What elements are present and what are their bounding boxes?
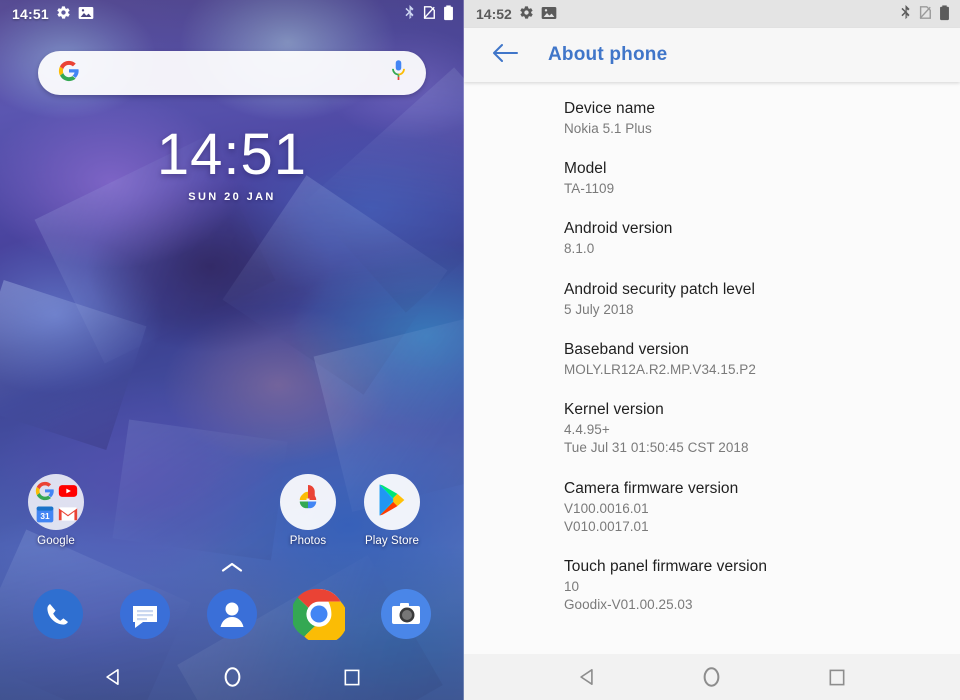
row-value-secondary: Goodix-V01.00.25.03 [564,597,693,613]
youtube-icon [58,481,78,501]
list-item[interactable]: Kernel version 4.4.95+ Tue Jul 31 01:50:… [564,399,960,457]
home-status-bar: 14:51 [0,0,464,28]
list-item[interactable]: Android security patch level 5 July 2018 [564,279,960,319]
row-title: Camera firmware version [564,479,739,497]
about-phone-pane: 14:52 About phone Device name Nokia 5.1 … [464,0,960,700]
svg-text:31: 31 [40,511,50,521]
google-photos-icon [290,482,326,523]
list-item[interactable]: Device name Nokia 5.1 Plus [564,98,960,138]
row-value: 8.1.0 [564,241,595,257]
row-value: MOLY.LR12A.R2.MP.V34.15.P2 [564,361,756,377]
back-arrow-icon[interactable] [492,43,518,68]
calendar-icon: 31 [35,504,55,524]
back-icon[interactable] [92,657,132,697]
google-folder-icon: 31 [28,474,84,530]
google-g-icon [58,60,80,87]
pane-divider [463,0,464,700]
google-search-bar[interactable] [38,51,426,95]
clock-widget[interactable]: 14:51 SUN 20 JAN [0,122,464,204]
about-status-time: 14:52 [476,6,512,22]
row-title: Baseband version [564,340,689,358]
list-item[interactable]: Baseband version MOLY.LR12A.R2.MP.V34.15… [564,339,960,379]
row-title: Android version [564,220,673,238]
bluetooth-icon [900,5,911,23]
no-sim-icon [422,5,436,23]
home-app-row: 31 Google Photos Play Store [0,474,464,547]
clock-time: 14:51 [156,122,308,187]
battery-icon [443,4,454,24]
recents-icon[interactable] [332,657,372,697]
row-value: Nokia 5.1 Plus [564,121,652,136]
gmail-icon [58,504,78,524]
battery-icon [939,4,950,24]
home-icon[interactable] [212,657,252,697]
app-label: Play Store [364,535,420,547]
row-value: 10 [564,578,580,594]
list-item[interactable]: Camera firmware version V100.0016.01 V01… [564,478,960,536]
row-value-secondary: V010.0017.01 [564,518,649,534]
home-navigation-bar [0,654,464,700]
gear-icon [56,5,71,23]
row-value: 4.4.95+ [564,422,610,438]
dual-phone-screenshot: 14:51 14:51 SUN 20 JAN 31 Google Photos … [0,0,960,700]
app-chrome[interactable] [291,588,348,645]
about-navigation-bar [464,654,960,700]
app-label: Photos [289,535,327,547]
microphone-icon[interactable] [389,59,408,87]
page-title: About phone [548,44,668,65]
row-title: Kernel version [564,401,664,419]
chevron-up-icon[interactable] [221,560,243,577]
about-status-bar: 14:52 [464,0,960,28]
app-camera[interactable] [380,588,432,640]
home-icon[interactable] [692,657,732,697]
list-item[interactable]: Android version 8.1.0 [564,218,960,258]
app-messages[interactable] [119,588,171,640]
app-phone[interactable] [32,588,84,640]
gear-icon [519,5,534,23]
app-slot-empty-1 [98,474,182,547]
app-photos[interactable]: Photos [266,474,350,547]
image-icon [78,6,94,23]
home-dock [0,588,464,645]
back-icon[interactable] [567,657,607,697]
row-title: Android security patch level [564,280,755,298]
app-label: Google [37,535,75,547]
row-value: 5 July 2018 [564,301,634,317]
app-play-store[interactable]: Play Store [350,474,434,547]
row-value: TA-1109 [564,181,615,197]
row-title: Model [564,160,607,178]
about-phone-header: About phone [464,28,960,82]
app-contacts[interactable] [206,588,258,640]
app-drawer-handle[interactable] [0,560,464,578]
clock-date: SUN 20 JAN [188,191,276,203]
app-google-folder[interactable]: 31 Google [14,474,98,547]
row-title: Touch panel firmware version [564,557,767,575]
app-slot-empty-2 [182,474,266,547]
home-screen-pane: 14:51 14:51 SUN 20 JAN 31 Google Photos … [0,0,464,700]
row-value-secondary: Tue Jul 31 01:50:45 CST 2018 [564,440,749,456]
list-item[interactable]: Model TA-1109 [564,158,960,198]
row-value: V100.0016.01 [564,500,649,516]
recents-icon[interactable] [817,657,857,697]
google-g-icon [35,481,55,501]
list-item[interactable]: Touch panel firmware version 10 Goodix-V… [564,556,960,614]
play-store-icon [376,483,408,522]
image-icon [541,6,557,23]
no-sim-icon [918,5,932,23]
row-title: Device name [564,100,656,117]
bluetooth-icon [404,5,415,23]
about-phone-list: Device name Nokia 5.1 Plus Model TA-1109… [464,82,960,614]
home-status-time: 14:51 [12,6,49,22]
